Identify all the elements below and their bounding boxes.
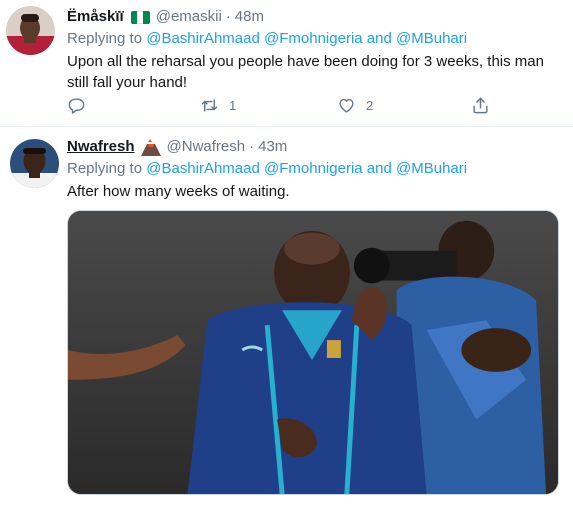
replying-to: Replying to @BashirAhmaad @Fmohnigeria a… [67,29,565,49]
retweet-button[interactable]: 1 [200,96,236,115]
photo-illustration [68,211,558,494]
tweet-text: After how many weeks of waiting. [67,183,290,200]
replying-to-label: Replying to [67,160,143,177]
tweet-emaskii[interactable]: Ëmåskïï @emaskii · 48m Replying to @Bash… [0,0,573,127]
mention-bashirahmaad[interactable]: @BashirAhmaad [146,160,260,177]
volcano-emoji-icon [140,138,161,156]
mention-and[interactable]: and [367,30,392,47]
mention-bashirahmaad[interactable]: @BashirAhmaad [146,30,260,47]
like-count: 2 [366,98,374,113]
user-handle[interactable]: @Nwafresh [167,137,246,157]
display-name[interactable]: Ëmåskïï [67,7,124,27]
timestamp[interactable]: 48m [235,7,264,27]
share-button[interactable] [471,96,490,115]
separator-dot: · [225,8,231,25]
share-icon [473,97,488,114]
tweet-text: Upon all the reharsal you people have be… [67,53,544,91]
tweet-photo[interactable] [67,210,559,495]
tweet-header: Nwafresh @Nwafresh · 43m [67,137,565,157]
like-button[interactable]: 2 [337,96,373,115]
mention-mbuhari[interactable]: @MBuhari [396,160,467,177]
mention-and[interactable]: and [367,160,392,177]
mention-mbuhari[interactable]: @MBuhari [396,30,467,47]
retweet-count: 1 [229,98,237,113]
mention-fmohnigeria[interactable]: @Fmohnigeria [264,160,363,177]
tweet-actions: 1 2 [67,96,573,118]
replying-to-label: Replying to [67,30,143,47]
user-handle[interactable]: @emaskii [156,7,222,27]
mention-fmohnigeria[interactable]: @Fmohnigeria [264,30,363,47]
tweet-nwafresh[interactable]: Nwafresh @Nwafresh · 43m Replying to @Ba… [0,128,573,507]
reply-button[interactable] [67,96,86,115]
avatar-nwafresh[interactable] [10,139,59,188]
heart-icon [339,98,354,113]
display-name[interactable]: Nwafresh [67,137,135,157]
retweet-icon [201,99,218,112]
avatar-emaskii[interactable] [6,6,55,55]
reply-icon [68,98,85,114]
replying-to: Replying to @BashirAhmaad @Fmohnigeria a… [67,159,565,179]
tweet-header: Ëmåskïï @emaskii · 48m [67,7,565,27]
timestamp[interactable]: 43m [258,137,287,157]
separator-dot: · [249,138,255,155]
nigeria-flag-icon [130,10,150,24]
